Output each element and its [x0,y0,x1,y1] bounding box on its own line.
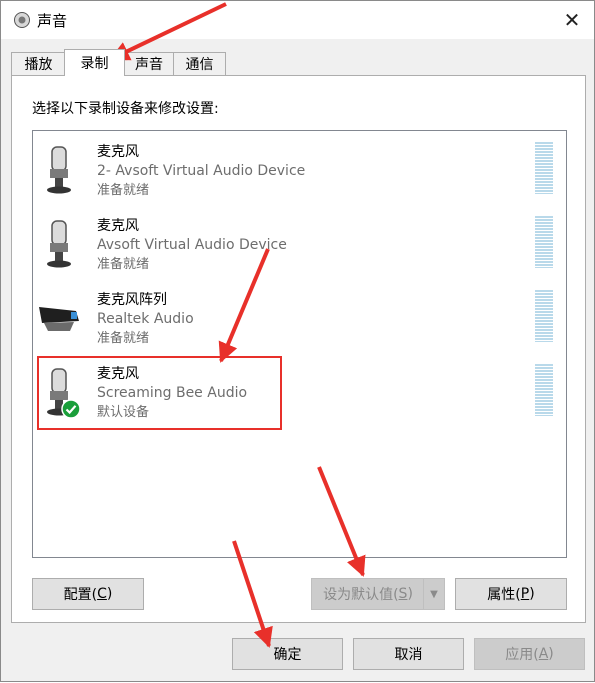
device-list[interactable]: 麦克风 2- Avsoft Virtual Audio Device 准备就绪 … [32,130,567,558]
level-meter [535,290,553,342]
tab-recording[interactable]: 录制 [64,49,125,76]
device-name: 麦克风 [97,144,139,160]
set-default-accel: S [398,586,408,602]
tab-playback[interactable]: 播放 [11,52,66,75]
device-item[interactable]: 麦克风 2- Avsoft Virtual Audio Device 准备就绪 [33,135,566,209]
apply-label-end: ) [548,646,554,662]
sound-dialog: 声音 ✕ 播放 录制 声音 通信 选择以下录制设备来修改设置: 麦克风 2- A… [0,0,595,682]
ok-button[interactable]: 确定 [232,638,343,670]
set-default-button[interactable]: 设为默认值(S) ▼ [311,578,445,610]
title-bar: 声音 ✕ [1,1,594,39]
device-name: 麦克风 [97,218,139,234]
device-description: Avsoft Virtual Audio Device [97,237,287,253]
instruction-text: 选择以下录制设备来修改设置: [32,101,219,117]
microphone-icon [47,146,71,194]
device-status: 准备就绪 [97,257,150,272]
device-item[interactable]: 麦克风 Avsoft Virtual Audio Device 准备就绪 [33,209,566,283]
level-meter [535,142,553,194]
annotation-highlight-box [37,356,282,430]
properties-label-end: ) [529,586,535,602]
close-button[interactable]: ✕ [550,1,594,39]
level-meter [535,216,553,268]
apply-button[interactable]: 应用(A) [474,638,585,670]
properties-button[interactable]: 属性(P) [455,578,567,610]
tab-communications[interactable]: 通信 [173,52,226,75]
apply-accel: A [538,646,549,662]
apply-label: 应用( [505,647,539,663]
set-default-label: 设为默认值( [323,587,399,603]
chevron-down-icon[interactable]: ▼ [423,579,444,609]
device-status: 准备就绪 [97,183,150,198]
microphone-array-icon [39,307,79,331]
recording-panel: 选择以下录制设备来修改设置: 麦克风 2- Avsoft Virtual Aud… [11,75,586,623]
configure-label: 配置( [63,587,98,603]
level-meter [535,364,553,416]
properties-accel: P [520,586,530,602]
device-item[interactable]: 麦克风阵列 Realtek Audio 准备就绪 [33,283,566,357]
window-title: 声音 [37,12,68,30]
close-icon: ✕ [563,8,581,32]
device-description: 2- Avsoft Virtual Audio Device [97,163,306,179]
speaker-icon [14,12,30,28]
configure-label-end: ) [106,586,113,602]
microphone-icon [47,220,71,268]
tab-sounds[interactable]: 声音 [123,52,175,75]
device-status: 准备就绪 [97,331,150,346]
configure-button[interactable]: 配置(C) [32,578,144,610]
set-default-label-end: ) [407,586,413,602]
cancel-button[interactable]: 取消 [353,638,464,670]
device-description: Realtek Audio [97,311,194,327]
device-name: 麦克风阵列 [97,292,167,308]
configure-accel: C [97,586,107,602]
properties-label: 属性( [487,587,521,603]
